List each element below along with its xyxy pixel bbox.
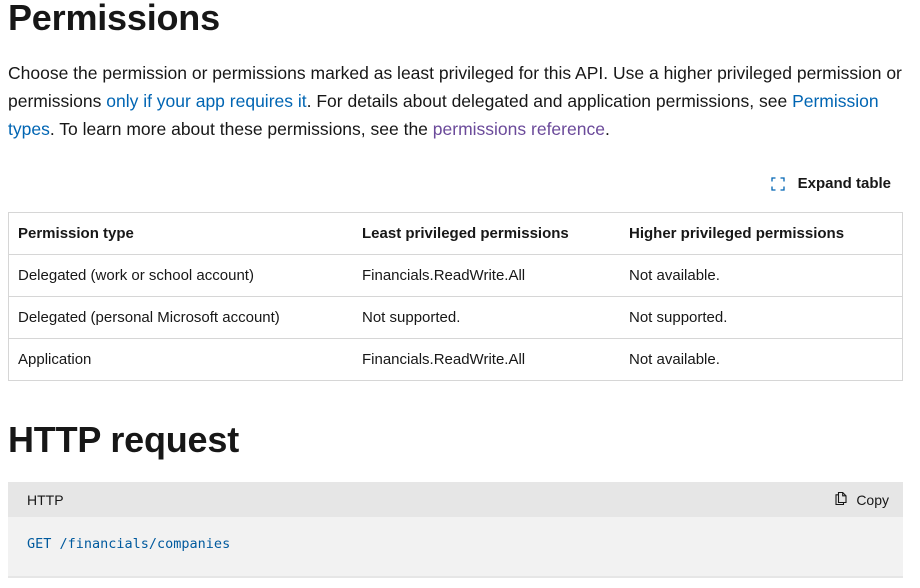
expand-table-label: Expand table [797,175,891,192]
table-row: Application Financials.ReadWrite.All Not… [8,338,903,381]
table-cell: Financials.ReadWrite.All [353,338,620,381]
only-if-app-requires-link[interactable]: only if your app requires it [106,91,306,111]
intro-text-2: . For details about delegated and applic… [306,91,793,111]
code-language-label: HTTP [27,491,64,508]
code-header: HTTP Copy [8,482,903,517]
table-cell: Financials.ReadWrite.All [353,254,620,297]
copy-icon [834,491,848,509]
header-permission-type: Permission type [8,212,353,255]
code-body: GET /financials/companies [8,517,903,571]
code-block: HTTP Copy GET /financials/companies [8,482,903,578]
http-request-heading: HTTP request [8,419,239,460]
table-cell: Application [8,338,353,381]
intro-text-4: . [604,119,610,139]
intro-text-3: . To learn more about these permissions,… [49,119,433,139]
table-cell: Not available. [620,254,903,297]
expand-table-button[interactable]: Expand table [770,175,891,192]
table-cell: Delegated (work or school account) [8,254,353,297]
permissions-heading: Permissions [8,0,220,38]
permissions-intro: Choose the permission or permissions mar… [8,59,903,143]
copy-label: Copy [856,491,889,508]
table-cell: Not supported. [353,296,620,339]
table-header-row: Permission type Least privileged permiss… [8,212,903,255]
table-row: Delegated (personal Microsoft account) N… [8,296,903,339]
header-higher-privileged: Higher privileged permissions [620,212,903,255]
permissions-reference-link[interactable]: permissions reference [433,119,605,139]
table-cell: Delegated (personal Microsoft account) [8,296,353,339]
table-row: Delegated (work or school account) Finan… [8,254,903,297]
copy-button[interactable]: Copy [834,491,889,509]
code-text: GET /financials/companies [27,536,231,552]
header-least-privileged: Least privileged permissions [353,212,620,255]
table-cell: Not supported. [620,296,903,339]
table-cell: Not available. [620,338,903,381]
permissions-table: Permission type Least privileged permiss… [8,212,903,381]
expand-icon [770,176,786,192]
